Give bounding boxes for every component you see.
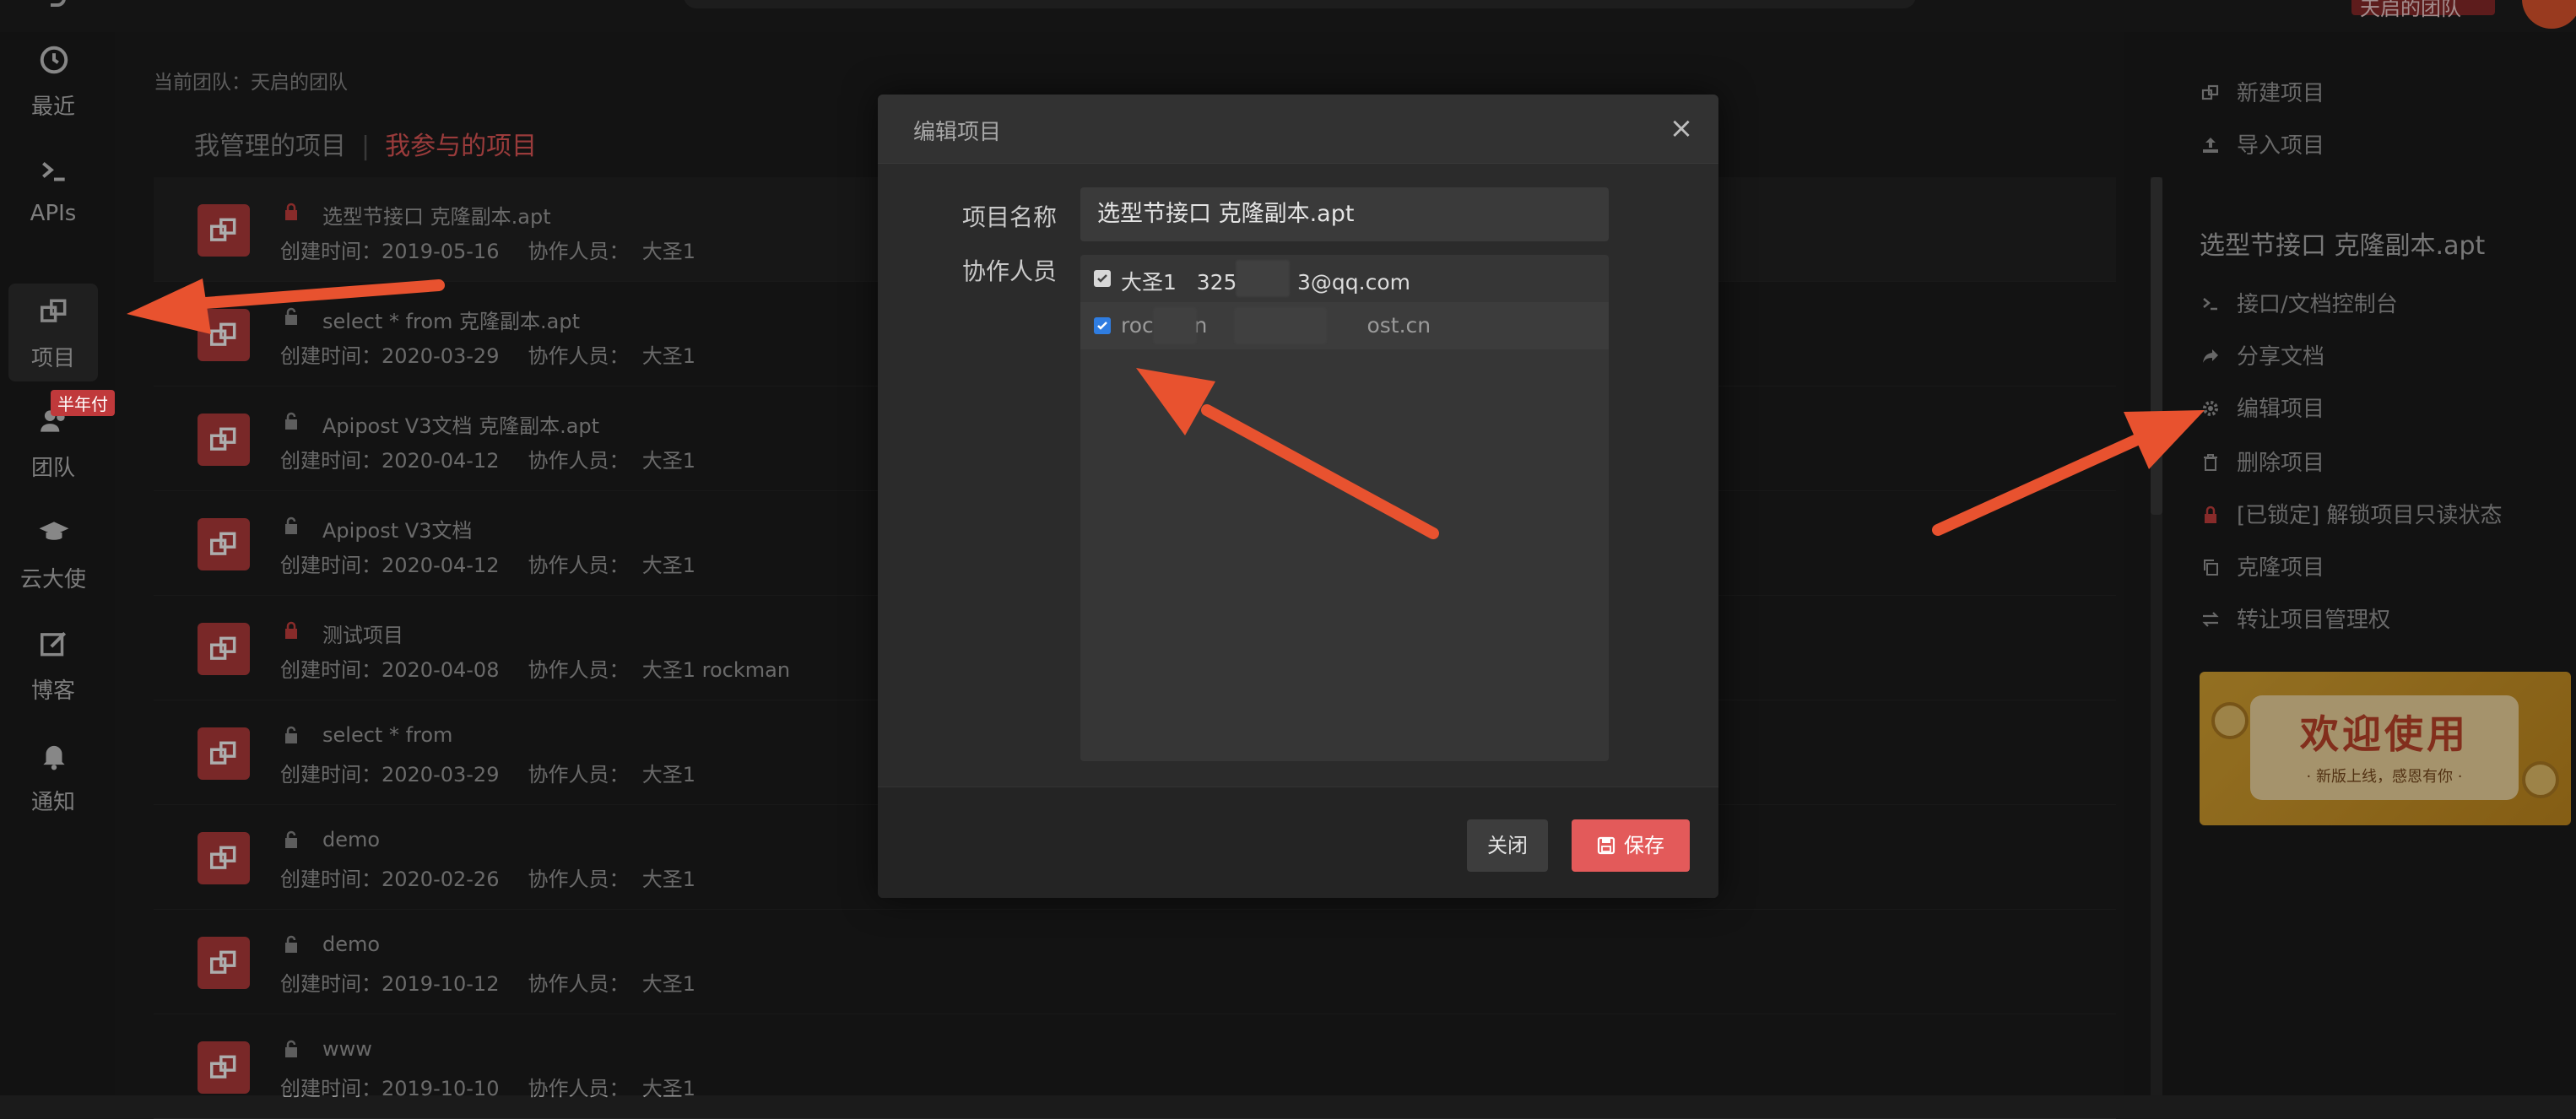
save-label: 保存 [1624, 834, 1664, 857]
collaborator-row[interactable]: roc n tes ost.cn [1080, 302, 1609, 349]
collaborators-label: 协作人员 [962, 257, 1058, 285]
dialog-title: 编辑项目 [913, 120, 1002, 145]
collaborator-checkbox[interactable] [1094, 270, 1111, 287]
collaborators-list[interactable]: 大圣1 325 3@qq.com roc n tes ost.cn [1080, 255, 1609, 761]
redaction-mask [1236, 260, 1290, 297]
redaction-mask [1153, 307, 1197, 344]
redaction-mask [1234, 307, 1327, 344]
dialog-header: 编辑项目 × [878, 95, 1718, 164]
team-badge: 半年付 [51, 390, 115, 416]
save-button[interactable]: 保存 [1572, 819, 1690, 872]
collaborator-row[interactable]: 大圣1 325 3@qq.com [1080, 255, 1609, 302]
edit-project-dialog: 编辑项目 × 项目名称 协作人员 大圣1 325 3@qq.com roc n … [878, 95, 1718, 898]
close-icon[interactable]: × [1666, 113, 1697, 143]
save-icon [1597, 836, 1615, 855]
close-button[interactable]: 关闭 [1467, 819, 1548, 872]
project-name-input[interactable] [1080, 187, 1609, 241]
app-window: 天启的团队 最近 APIs 项目 团队 云大使 博客 通知 半年付 当前团队：天… [0, 0, 2576, 1119]
collaborator-checkbox[interactable] [1094, 317, 1111, 334]
project-name-label: 项目名称 [962, 203, 1058, 231]
dialog-footer: 关闭 保存 [878, 787, 1718, 898]
